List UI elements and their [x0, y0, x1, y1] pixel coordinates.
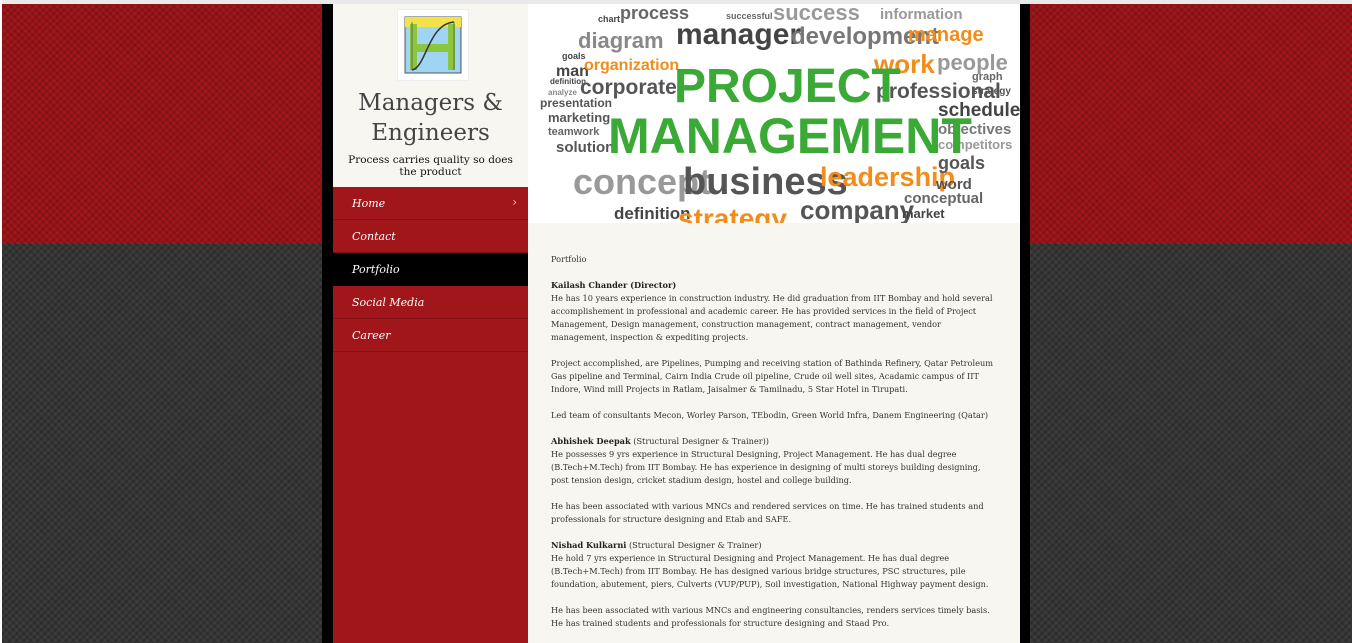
banner-headline-1: PROJECT: [674, 60, 901, 113]
profile-role: (Structural Designer & Trainer)): [630, 436, 769, 446]
main-navigation: Home › Contact Portfolio Social Media Ca…: [333, 187, 528, 352]
chevron-right-icon: ›: [512, 195, 517, 209]
banner-word: teamwork: [548, 126, 600, 138]
banner-word: diagram: [578, 28, 664, 53]
banner-word: graph: [972, 71, 1003, 83]
portfolio-article: Portfolio Kailash Chander (Director) He …: [551, 253, 996, 643]
nav-item-label: Social Media: [352, 295, 425, 309]
nav-item-label: Portfolio: [352, 262, 400, 276]
banner-word: solution: [556, 139, 614, 156]
nav-item-career[interactable]: Career: [333, 319, 528, 352]
site-branding: Managers & Engineers Process carries qua…: [333, 4, 528, 187]
profile-association: He has been associated with various MNCs…: [551, 501, 984, 524]
nav-item-social-media[interactable]: Social Media: [333, 286, 528, 319]
profile-kailash-chander: Kailash Chander (Director) He has 10 yea…: [551, 279, 996, 344]
nav-item-portfolio[interactable]: Portfolio: [333, 253, 528, 286]
banner-word: strategy: [972, 86, 1011, 97]
profile-bio: He has 10 years experience in constructi…: [551, 293, 993, 342]
banner-word: presentation: [540, 96, 612, 110]
profile-role: (Structural Designer & Trainer): [626, 540, 762, 550]
banner-word: leadership: [820, 162, 955, 192]
header-banner-image: process success chart successful informa…: [528, 4, 1020, 234]
banner-word: goals: [562, 51, 586, 61]
profile-name: Nishad Kulkarni: [551, 540, 627, 550]
page-heading: Portfolio: [551, 254, 587, 264]
nav-item-home[interactable]: Home ›: [333, 187, 528, 220]
banner-word: marketing: [548, 110, 610, 125]
profile-name: Abhishek Deepak: [551, 436, 631, 446]
nav-item-contact[interactable]: Contact: [333, 220, 528, 253]
banner-word: company: [800, 195, 915, 223]
nav-item-label: Home: [352, 196, 386, 210]
site-title[interactable]: Managers & Engineers: [333, 88, 528, 148]
profile-bio: He possesses 9 yrs experience in Structu…: [551, 449, 981, 485]
profile-bio: He hold 7 yrs experience in Structural D…: [551, 553, 989, 589]
banner-word: strategy: [678, 203, 787, 223]
site-tagline: Process carries quality so does the prod…: [348, 154, 513, 178]
banner-word: conceptual: [904, 190, 983, 207]
banner-word: information: [880, 6, 963, 23]
banner-word: manager: [676, 18, 801, 51]
banner-word: chart: [598, 14, 620, 24]
profile-projects: Project accomplished, are Pipelines, Pum…: [551, 358, 993, 394]
nav-item-label: Contact: [352, 229, 396, 243]
profile-abhishek-deepak: Abhishek Deepak (Structural Designer & T…: [551, 435, 996, 487]
window-edge: [0, 0, 2, 643]
banner-headline-2: MANAGEMENT: [608, 108, 972, 164]
company-logo[interactable]: [397, 9, 469, 81]
profile-nishad-kulkarni: Nishad Kulkarni (Structural Designer & T…: [551, 539, 996, 591]
profile-name: Kailash Chander (Director): [551, 280, 677, 290]
banner-word: manage: [908, 24, 984, 46]
nav-item-label: Career: [352, 328, 391, 342]
main-content: process success chart successful informa…: [528, 4, 1020, 643]
banner-word: market: [902, 206, 945, 221]
profile-association: He has been associated with various MNCs…: [551, 605, 990, 628]
profile-teams: Led team of consultants Mecon, Worley Pa…: [551, 410, 989, 420]
banner-word: organization: [584, 57, 679, 74]
